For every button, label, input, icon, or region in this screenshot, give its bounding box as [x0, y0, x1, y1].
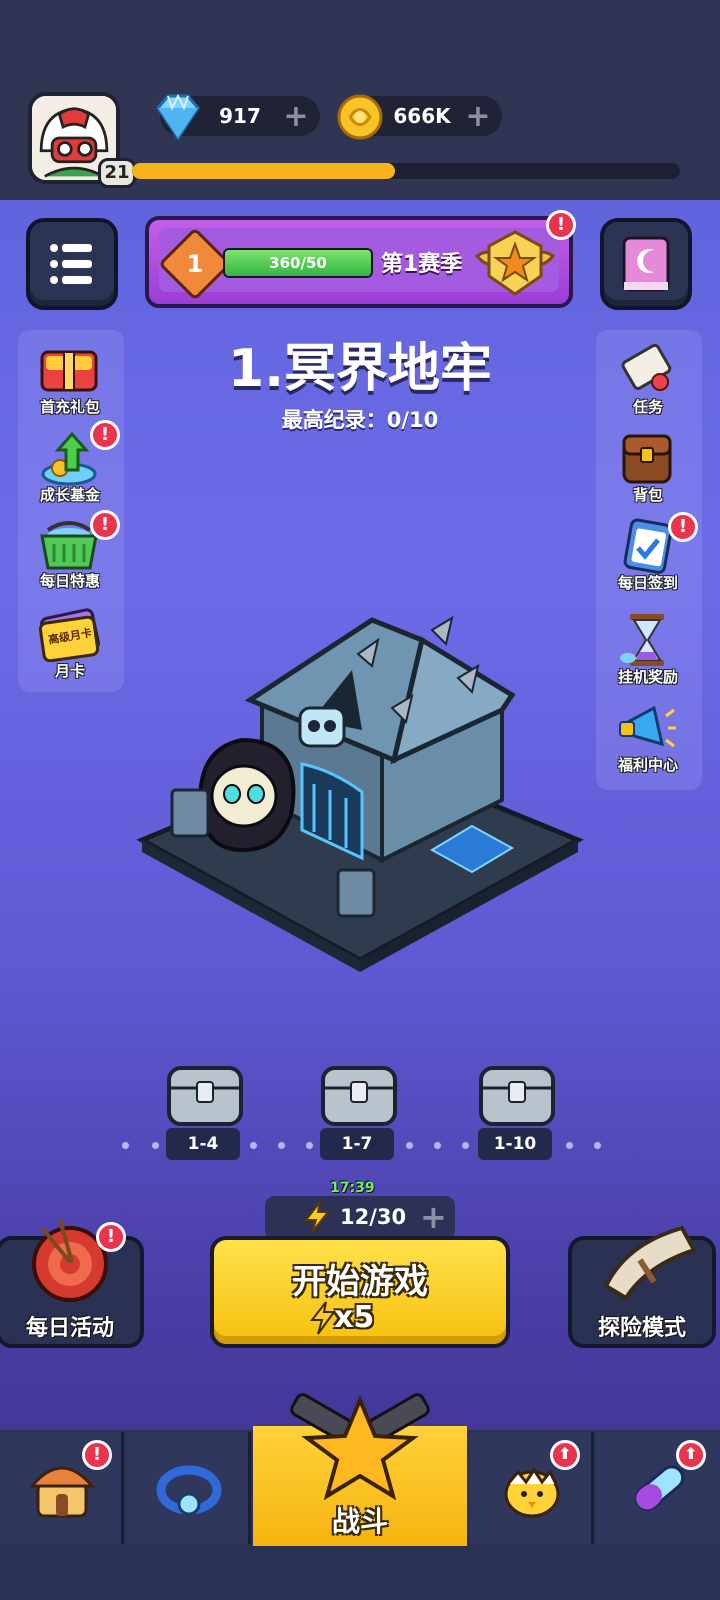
start-game-label: 开始游戏	[292, 1262, 428, 1302]
progress-dot	[462, 1142, 469, 1149]
reward-chest-label: 1-10	[478, 1128, 552, 1160]
ring-icon	[156, 1465, 222, 1516]
daily-activity-alert-badge: !	[96, 1222, 126, 1252]
season-label: 第1赛季	[381, 252, 463, 277]
gift-box-icon	[40, 350, 98, 392]
daily-activity-label: 每日活动	[25, 1316, 114, 1341]
progress-dot	[250, 1142, 257, 1149]
season-panel[interactable]: 1 360/50 第1赛季	[145, 216, 573, 308]
chest-icon	[167, 1066, 243, 1126]
progress-dot	[152, 1142, 159, 1149]
backpack-button[interactable]: 背包	[600, 428, 696, 512]
monthly-card-button[interactable]: 高级月卡 月卡	[22, 604, 118, 688]
energy-timer: 17:39	[330, 1180, 375, 1196]
daily-activity-button[interactable]: 每日活动	[0, 1219, 144, 1348]
add-coins-button[interactable]: +	[458, 99, 498, 134]
progress-dot	[122, 1142, 129, 1149]
progress-dot	[406, 1142, 413, 1149]
gem-counter: 917 +	[156, 93, 320, 141]
energy-value: 12/30	[340, 1205, 407, 1229]
gem-count: 917	[219, 104, 261, 128]
daily-deal-label: 每日特惠	[39, 572, 100, 590]
daily-checkin-label: 每日签到	[617, 574, 678, 592]
backpack-label: 背包	[632, 486, 663, 504]
progress-dot	[434, 1142, 441, 1149]
player-level-badge: 21	[98, 158, 136, 188]
growth-fund-label: 成长基金	[39, 486, 100, 504]
menu-button[interactable]	[26, 218, 118, 310]
first-purchase-gift-button[interactable]: 首充礼包	[22, 340, 118, 424]
idle-reward-label: 挂机奖励	[617, 668, 678, 686]
progress-dot	[278, 1142, 285, 1149]
start-game-cost: x5	[334, 1300, 375, 1335]
growth-fund-alert-badge: !	[90, 420, 120, 450]
nav-equipment[interactable]	[127, 1432, 251, 1544]
moon-book-icon	[622, 236, 670, 292]
archery-target-icon	[32, 1219, 108, 1302]
stage-best-record: 最高纪录：0/10	[281, 408, 439, 432]
nav-pets-upgrade-badge: ⬆	[550, 1440, 580, 1470]
xp-bar	[132, 163, 680, 179]
season-rank-number: 1	[186, 250, 204, 278]
progress-dot	[566, 1142, 573, 1149]
reward-chest-label: 1-4	[166, 1128, 240, 1160]
winged-star-medal-icon	[474, 230, 556, 296]
start-game-button[interactable]: 开始游戏 x5	[210, 1236, 510, 1348]
welfare-center-label: 福利中心	[617, 756, 678, 774]
reward-chest-label: 1-7	[320, 1128, 394, 1160]
nav-shop-alert-badge: !	[82, 1440, 112, 1470]
horn-icon	[603, 1225, 697, 1301]
add-energy-button[interactable]: +	[420, 1198, 447, 1236]
lightning-icon	[303, 1201, 331, 1233]
welfare-center-button[interactable]: 福利中心	[600, 698, 696, 782]
monthly-card-label: 月卡	[54, 662, 85, 680]
add-gems-button[interactable]: +	[276, 99, 316, 134]
coin-count: 666K	[393, 104, 451, 128]
adventure-mode-label: 探险模式	[597, 1316, 686, 1341]
dungeon-building-illustration[interactable]	[132, 600, 588, 980]
reward-chest-2[interactable]: 1-7	[314, 1058, 404, 1160]
gold-coin-icon	[337, 94, 383, 140]
stage-title: 1.冥界地牢	[228, 339, 492, 399]
backpack-icon	[622, 434, 672, 484]
daily-checkin-alert-badge: !	[668, 512, 698, 542]
xp-bar-fill	[132, 163, 396, 179]
lightning-icon	[310, 1301, 336, 1335]
reward-chest-3[interactable]: 1-10	[472, 1058, 562, 1160]
diamond-icon	[156, 93, 200, 141]
hourglass-icon	[620, 614, 664, 666]
profile-book-button[interactable]	[600, 218, 692, 310]
first-purchase-gift-label: 首充礼包	[39, 398, 100, 416]
tasks-label: 任务	[632, 398, 663, 416]
list-menu-icon	[50, 244, 92, 284]
season-alert-badge: !	[546, 210, 576, 240]
daily-deal-alert-badge: !	[90, 510, 120, 540]
adventure-mode-button[interactable]: 探险模式	[568, 1225, 716, 1348]
progress-dot	[306, 1142, 313, 1149]
reward-chest-1[interactable]: 1-4	[160, 1058, 250, 1160]
star-weapons-icon	[290, 1393, 430, 1501]
coin-counter: 666K +	[337, 94, 502, 140]
chest-icon	[321, 1066, 397, 1126]
chest-icon	[479, 1066, 555, 1126]
tasks-button[interactable]: 任务	[600, 340, 696, 424]
progress-dot	[594, 1142, 601, 1149]
nav-skills-upgrade-badge: ⬆	[676, 1440, 706, 1470]
scroll-icon	[621, 343, 672, 391]
idle-reward-button[interactable]: 挂机奖励	[600, 610, 696, 694]
season-progress-text: 360/50	[269, 254, 327, 272]
megaphone-icon	[619, 705, 676, 748]
nav-fight-label: 战斗	[331, 1505, 388, 1538]
